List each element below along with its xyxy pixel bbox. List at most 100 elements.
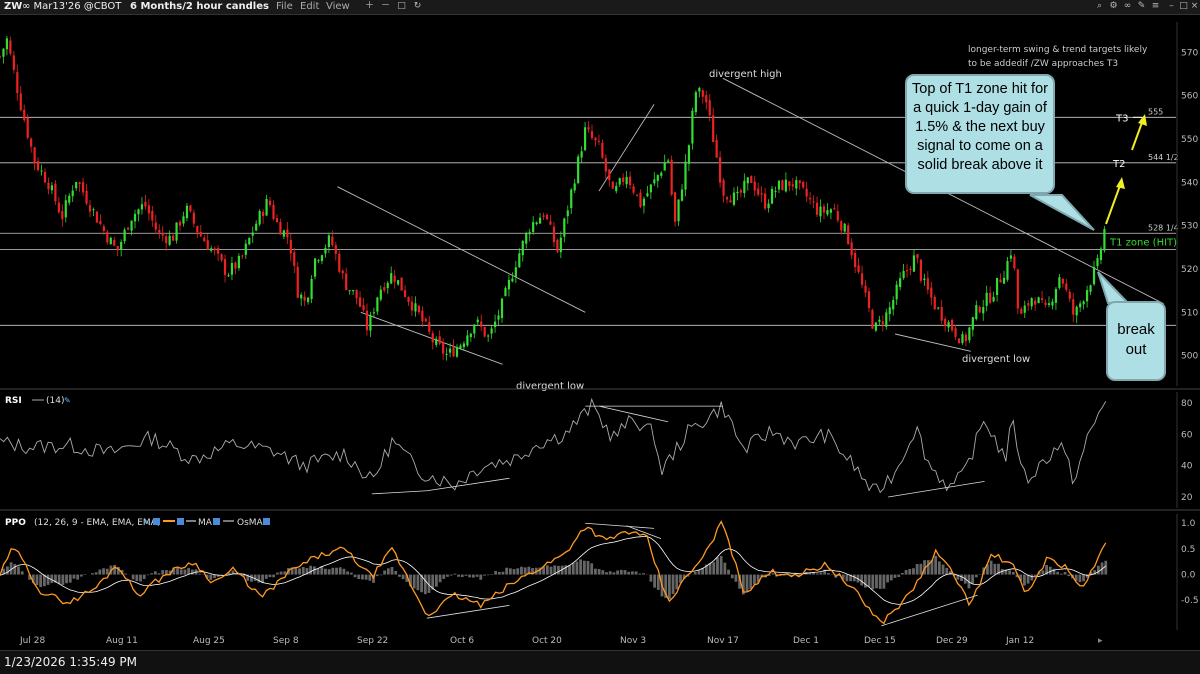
gear-icon[interactable]: ⚙: [1108, 1, 1119, 12]
zoom-in-icon[interactable]: ＋: [364, 1, 375, 12]
candle-body: [37, 161, 39, 170]
candle-body: [397, 280, 399, 284]
close-icon[interactable]: ×: [1189, 1, 1200, 12]
osma-bar: [675, 575, 678, 590]
osma-bar: [457, 575, 460, 577]
checkbox-icon[interactable]: [263, 518, 270, 525]
candle-body: [307, 298, 309, 302]
settings-icon[interactable]: ✎: [143, 518, 150, 527]
osma-bar: [324, 569, 327, 575]
candle-body: [314, 259, 316, 277]
osma-bar: [635, 571, 638, 574]
candle-body: [79, 182, 81, 184]
osma-bar: [616, 571, 619, 575]
candle-body: [826, 210, 828, 214]
menu-file[interactable]: File: [276, 0, 293, 14]
candle-body: [664, 162, 666, 170]
candle-body: [189, 205, 191, 211]
candle-body: [944, 319, 946, 326]
osma-bar: [1082, 575, 1085, 582]
candle-body: [542, 215, 544, 216]
candle-body: [255, 224, 257, 231]
candle-body: [767, 203, 769, 208]
osma-bar: [845, 575, 848, 582]
osma-bar: [520, 567, 523, 575]
menu-view[interactable]: View: [326, 0, 350, 14]
candle-body: [265, 199, 267, 216]
osma-bar: [147, 575, 150, 576]
period-selector[interactable]: 6 Months/2 hour candles: [130, 0, 269, 14]
candle-body: [58, 203, 60, 213]
menu-edit[interactable]: Edit: [300, 0, 319, 14]
candle-body: [40, 170, 42, 171]
candle-body: [383, 287, 385, 290]
candle-body: [501, 299, 503, 318]
osma-bar: [124, 574, 127, 575]
maximize-icon[interactable]: □: [1178, 1, 1189, 12]
candle-body: [615, 186, 617, 191]
candle-body: [899, 278, 901, 287]
candle-body: [671, 160, 673, 195]
candle-body: [359, 297, 361, 306]
candle-body: [823, 206, 825, 212]
candle-body: [629, 177, 631, 185]
link-icon[interactable]: ∞: [1122, 1, 1133, 12]
x-tick-label: Sep 8: [273, 636, 299, 646]
candle-body: [151, 211, 153, 221]
zoom-out-icon[interactable]: －: [380, 1, 391, 12]
candle-body: [750, 176, 752, 183]
candle-body: [972, 317, 974, 329]
checkbox-icon[interactable]: [177, 518, 184, 525]
candle-body: [9, 40, 11, 53]
candle-body: [847, 225, 849, 244]
candle-body: [439, 336, 441, 343]
candle-body: [840, 221, 842, 230]
candle-body: [1003, 278, 1005, 284]
osma-bar: [365, 575, 368, 580]
candle-body: [155, 223, 157, 230]
osma-bar: [65, 575, 68, 584]
candle-body: [418, 306, 420, 312]
annotation-divergent-low: divergent low: [962, 354, 1030, 365]
square-icon[interactable]: □: [396, 1, 407, 12]
osma-bar: [368, 575, 371, 581]
checkbox-icon[interactable]: [153, 518, 160, 525]
candle-body: [120, 242, 122, 249]
minimize-icon[interactable]: –: [1166, 1, 1177, 12]
candle-body: [1048, 303, 1050, 305]
candle-body: [175, 223, 177, 241]
candle-body: [1062, 279, 1064, 284]
osma-bar: [302, 567, 305, 575]
candle-body: [667, 161, 669, 162]
pin-icon[interactable]: ✎: [1136, 1, 1147, 12]
osma-bar: [897, 575, 900, 577]
osma-bar: [579, 559, 582, 574]
osma-bar: [960, 575, 963, 581]
candle-body: [310, 279, 312, 299]
osma-bar: [894, 575, 897, 578]
candle-body: [124, 230, 126, 242]
candle-body: [20, 93, 22, 110]
settings-icon[interactable]: ✎: [64, 396, 71, 405]
candle-body: [459, 345, 461, 348]
x-tick-label: Nov 3: [620, 636, 646, 646]
candle-body: [1103, 229, 1105, 251]
scroll-end-icon[interactable]: ▸: [1098, 636, 1103, 646]
candle-body: [892, 300, 894, 309]
candle-body: [785, 180, 787, 192]
candle-body: [210, 248, 212, 250]
menu-icon[interactable]: ≡: [1150, 1, 1161, 12]
symbol-label[interactable]: ZW: [4, 0, 22, 14]
candle-body: [684, 162, 686, 190]
osma-bar: [335, 568, 338, 575]
candle-body: [1100, 249, 1102, 260]
contract-selector[interactable]: ∞ Mar13'26 @CBOT: [22, 0, 121, 14]
search-icon[interactable]: ⌕: [1094, 1, 1105, 12]
candle-body: [47, 183, 49, 189]
refresh-icon[interactable]: ↻: [412, 1, 423, 12]
osma-bar: [91, 573, 94, 574]
checkbox-icon[interactable]: [213, 518, 220, 525]
candle-body: [771, 189, 773, 204]
rsi-tick-label: 80: [1181, 399, 1193, 409]
candle-body: [376, 298, 378, 312]
